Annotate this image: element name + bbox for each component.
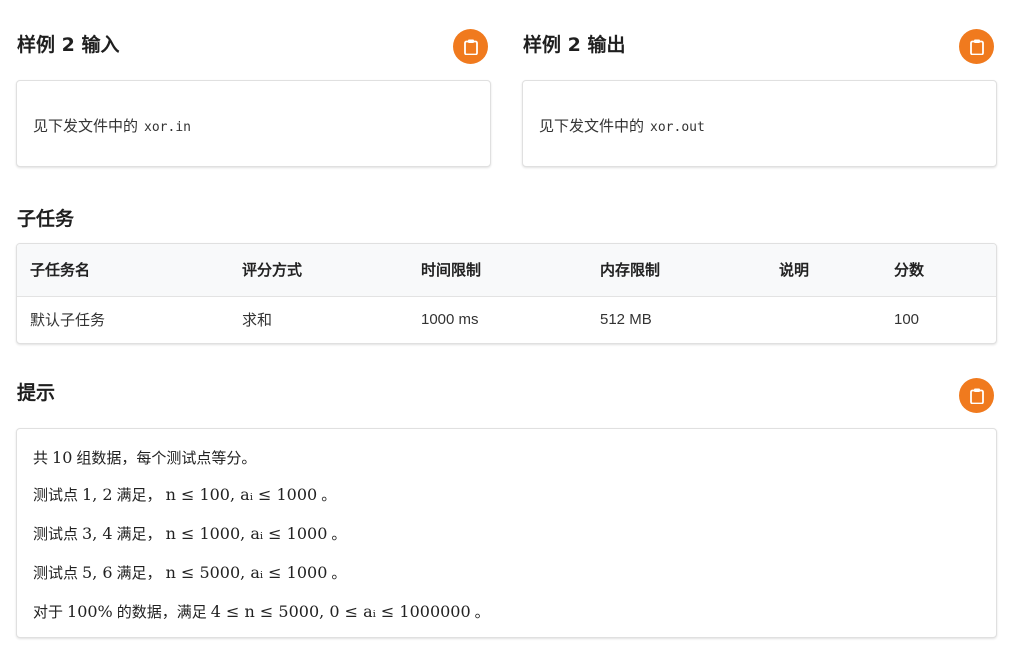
cell-description xyxy=(766,296,881,343)
sample2-output-box: 见下发文件中的 xor.out xyxy=(522,80,997,167)
clipboard-icon xyxy=(463,39,478,55)
sample2-output-code: xor.out xyxy=(650,120,705,135)
sample2-input-box: 见下发文件中的 xor.in xyxy=(16,80,491,167)
hint-text: 。 xyxy=(331,525,347,543)
hint-math: 3, 4 xyxy=(82,524,113,543)
cell-subtask-name: 默认子任务 xyxy=(30,312,106,330)
hint-math: 10 xyxy=(52,448,73,467)
sample2-output-content: 见下发文件中的 xor.out xyxy=(539,115,705,136)
sample2-input-title: 样例 2 输入 xyxy=(17,34,120,56)
hint-math: 100% xyxy=(67,602,113,621)
hint-text: 满足， xyxy=(116,564,162,582)
hint-text: 。 xyxy=(331,564,347,582)
copy-hint-button[interactable] xyxy=(959,378,994,413)
header-time-limit: 时间限制 xyxy=(408,244,587,297)
header-subtask-name: 子任务名 xyxy=(17,244,229,297)
problem-page: 样例 2 输入 见下发文件中的 xor.in 样例 2 输出 见下发文件中的 xor… xyxy=(0,0,1015,656)
sample2-input-content: 见下发文件中的 xor.in xyxy=(33,115,191,136)
cell-memory-limit: 512 MB xyxy=(600,311,652,329)
hint-text: 的数据，满足 xyxy=(116,603,207,621)
hint-line-4: 测试点 5, 6 满足， n ≤ 5000, aᵢ ≤ 1000。 xyxy=(33,562,346,583)
hint-math: 1, 2 xyxy=(82,485,113,504)
header-score: 分数 xyxy=(881,244,996,297)
hint-line-5: 对于 100% 的数据，满足 4 ≤ n ≤ 5000, 0 ≤ aᵢ ≤ 10000… xyxy=(33,601,490,622)
hint-text: 测试点 xyxy=(33,525,79,543)
sample2-output-title: 样例 2 输出 xyxy=(523,34,626,56)
cell-time-limit: 1000 ms xyxy=(421,311,479,329)
table-row: 默认子任务 求和 1000 ms 512 MB 100 xyxy=(17,296,996,343)
copy-sample2-input-button[interactable] xyxy=(453,29,488,64)
cell-scoring-method: 求和 xyxy=(242,312,273,330)
subtasks-table-card: 子任务名 评分方式 时间限制 内存限制 说明 分数 默认子任务 求和 1000 … xyxy=(16,243,997,344)
sample2-input-text: 见下发文件中的 xyxy=(33,117,139,135)
hint-math: n ≤ 1000, aᵢ ≤ 1000 xyxy=(165,524,328,543)
hint-math: n ≤ 5000, aᵢ ≤ 1000 xyxy=(165,563,328,582)
sample2-output-text: 见下发文件中的 xyxy=(539,117,645,135)
hint-math: 4 ≤ n ≤ 5000, 0 ≤ aᵢ ≤ 1000000 xyxy=(210,602,471,621)
hint-box: 共 10 组数据，每个测试点等分。 测试点 1, 2 满足， n ≤ 100, aᵢ ≤ … xyxy=(16,428,997,638)
cell-score: 100 xyxy=(894,311,920,329)
copy-sample2-output-button[interactable] xyxy=(959,29,994,64)
hint-text: 。 xyxy=(474,603,490,621)
clipboard-icon xyxy=(969,388,984,404)
sample2-input-code: xor.in xyxy=(144,120,191,135)
header-scoring-method: 评分方式 xyxy=(229,244,408,297)
subtasks-title: 子任务 xyxy=(17,208,75,230)
hint-text: 测试点 xyxy=(33,486,79,504)
hint-line-3: 测试点 3, 4 满足， n ≤ 1000, aᵢ ≤ 1000。 xyxy=(33,523,346,544)
hint-math: n ≤ 100, aᵢ ≤ 1000 xyxy=(165,485,318,504)
hint-line-1: 共 10 组数据，每个测试点等分。 xyxy=(33,447,256,468)
hint-text: 满足， xyxy=(116,525,162,543)
hint-text: 满足， xyxy=(116,486,162,504)
subtasks-table: 子任务名 评分方式 时间限制 内存限制 说明 分数 默认子任务 求和 1000 … xyxy=(17,244,996,343)
hint-text: 组数据，每个测试点等分。 xyxy=(76,449,257,467)
hint-line-2: 测试点 1, 2 满足， n ≤ 100, aᵢ ≤ 1000。 xyxy=(33,484,336,505)
clipboard-icon xyxy=(969,39,984,55)
table-header-row: 子任务名 评分方式 时间限制 内存限制 说明 分数 xyxy=(17,244,996,297)
hint-text: 测试点 xyxy=(33,564,79,582)
hint-text: 。 xyxy=(321,486,337,504)
hint-text: 对于 xyxy=(33,603,64,621)
header-description: 说明 xyxy=(766,244,881,297)
header-memory-limit: 内存限制 xyxy=(587,244,766,297)
hint-math: 5, 6 xyxy=(82,563,113,582)
hint-text: 共 xyxy=(33,449,49,467)
hint-title: 提示 xyxy=(17,382,56,404)
